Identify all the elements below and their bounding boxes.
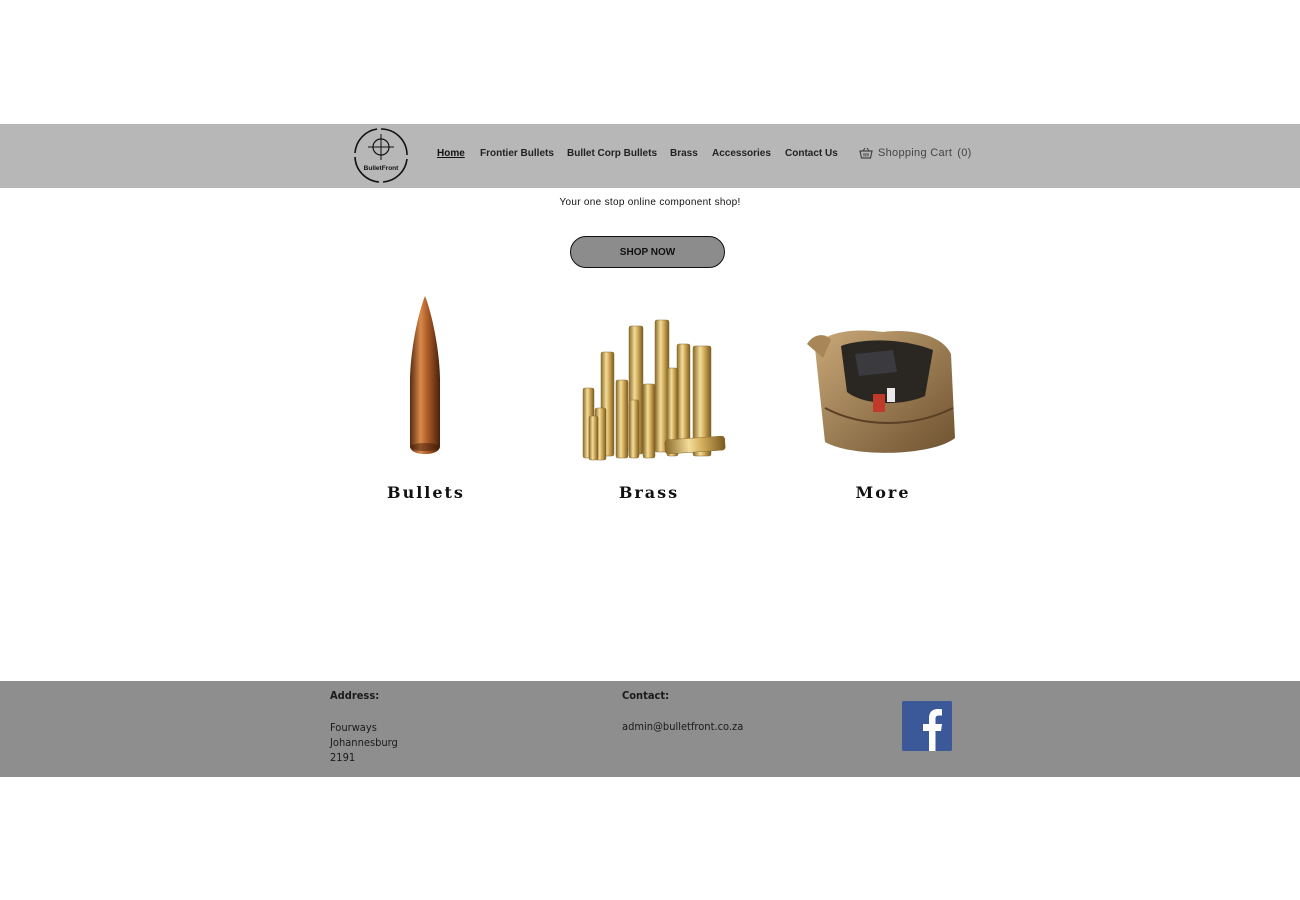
brass-cases-image[interactable]	[559, 288, 739, 464]
product-card-brass[interactable]	[559, 288, 739, 469]
address-line: Fourways	[330, 721, 377, 734]
product-card-bullets[interactable]	[336, 288, 516, 469]
product-title-more[interactable]: More	[793, 483, 973, 502]
facebook-icon[interactable]	[902, 701, 952, 751]
nav-frontier-bullets[interactable]: Frontier Bullets	[480, 148, 554, 159]
address-heading: Address:	[330, 689, 380, 702]
product-title-bullets[interactable]: Bullets	[336, 483, 516, 502]
bullet-image[interactable]	[336, 288, 516, 464]
site-header: BulletFront Home Frontier Bullets Bullet…	[0, 124, 1300, 188]
shopping-cart-link[interactable]: Shopping Cart (0)	[859, 147, 972, 159]
range-bag-image[interactable]	[793, 288, 973, 464]
nav-contact-us[interactable]: Contact Us	[785, 148, 838, 159]
logo-text: BulletFront	[364, 165, 399, 172]
address-block: Fourways Johannesburg 2191	[330, 720, 398, 765]
nav-home[interactable]: Home	[437, 148, 465, 159]
product-title-brass[interactable]: Brass	[559, 483, 739, 502]
address-line: 2191	[330, 751, 356, 764]
bulletfront-logo[interactable]: BulletFront	[353, 127, 409, 184]
nav-accessories[interactable]: Accessories	[712, 148, 771, 159]
shop-now-button[interactable]: SHOP NOW	[570, 236, 725, 268]
address-line: Johannesburg	[330, 736, 398, 749]
tagline: Your one stop online component shop!	[559, 197, 741, 208]
contact-email[interactable]: admin@bulletfront.co.za	[622, 719, 743, 734]
product-card-more[interactable]	[793, 288, 973, 469]
nav-bullet-corp-bullets[interactable]: Bullet Corp Bullets	[567, 148, 657, 159]
site-footer: Address: Fourways Johannesburg 2191 Cont…	[0, 681, 1300, 777]
basket-icon	[859, 147, 873, 159]
cart-count: (0)	[957, 147, 972, 159]
contact-heading: Contact:	[622, 689, 670, 702]
cart-label: Shopping Cart	[878, 147, 953, 159]
nav-brass[interactable]: Brass	[670, 148, 698, 159]
